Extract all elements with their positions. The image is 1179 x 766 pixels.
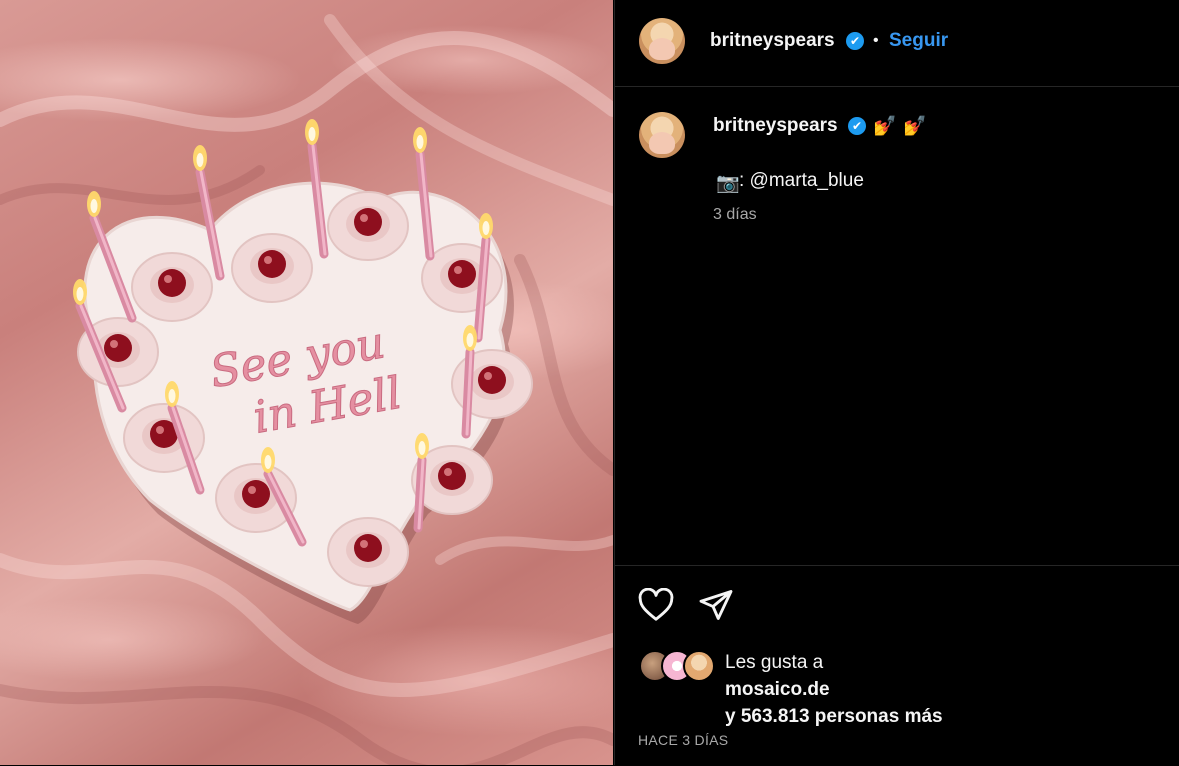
follow-button[interactable]: Seguir <box>889 30 948 52</box>
post-actions: Les gusta a mosaico.de y 563.813 persona… <box>615 565 1179 766</box>
likers-avatars[interactable] <box>639 650 719 682</box>
photo-credit[interactable]: : @marta_blue <box>739 170 864 192</box>
share-icon[interactable] <box>698 588 734 627</box>
cream-dollop-1 <box>131 252 213 322</box>
post-dialog: See you in Hell britneyspears ✔ • Seguir… <box>0 0 1179 765</box>
caption-author-avatar[interactable] <box>639 112 685 158</box>
caption-verified-badge-icon: ✔ <box>848 117 866 135</box>
liker-avatar-3 <box>683 650 715 682</box>
caption-age[interactable]: 3 días <box>713 206 757 224</box>
post-header: britneyspears ✔ • Seguir <box>615 0 1179 87</box>
post-date[interactable]: HACE 3 DÍAS <box>638 732 728 748</box>
liker-username-text[interactable]: mosaico.de <box>725 679 830 700</box>
post-side-panel: britneyspears ✔ • Seguir britneyspears ✔… <box>614 0 1179 765</box>
post-image[interactable]: See you in Hell <box>0 0 613 765</box>
author-avatar[interactable] <box>639 18 685 64</box>
likes-count[interactable]: y 563.813 personas más <box>725 706 943 728</box>
nail-polish-emoji-2: 💅 <box>903 116 927 137</box>
caption-username[interactable]: britneyspears <box>713 115 838 137</box>
verified-badge-icon: ✔ <box>846 32 864 50</box>
liker-username[interactable]: mosaico.de <box>725 679 830 701</box>
author-username[interactable]: britneyspears <box>710 30 835 52</box>
camera-emoji: 📷 <box>716 173 740 194</box>
cream-dollop-3 <box>327 191 409 261</box>
separator-dot: • <box>873 32 879 49</box>
likes-count-text[interactable]: y 563.813 personas más <box>725 706 943 727</box>
cake-illustration: See you in Hell <box>0 14 613 765</box>
cream-dollop-9 <box>327 517 409 587</box>
cream-dollop-2 <box>231 233 313 303</box>
heart-icon[interactable] <box>638 587 674 627</box>
nail-polish-emoji-1: 💅 <box>873 116 897 137</box>
likes-prefix: Les gusta a <box>725 652 824 673</box>
